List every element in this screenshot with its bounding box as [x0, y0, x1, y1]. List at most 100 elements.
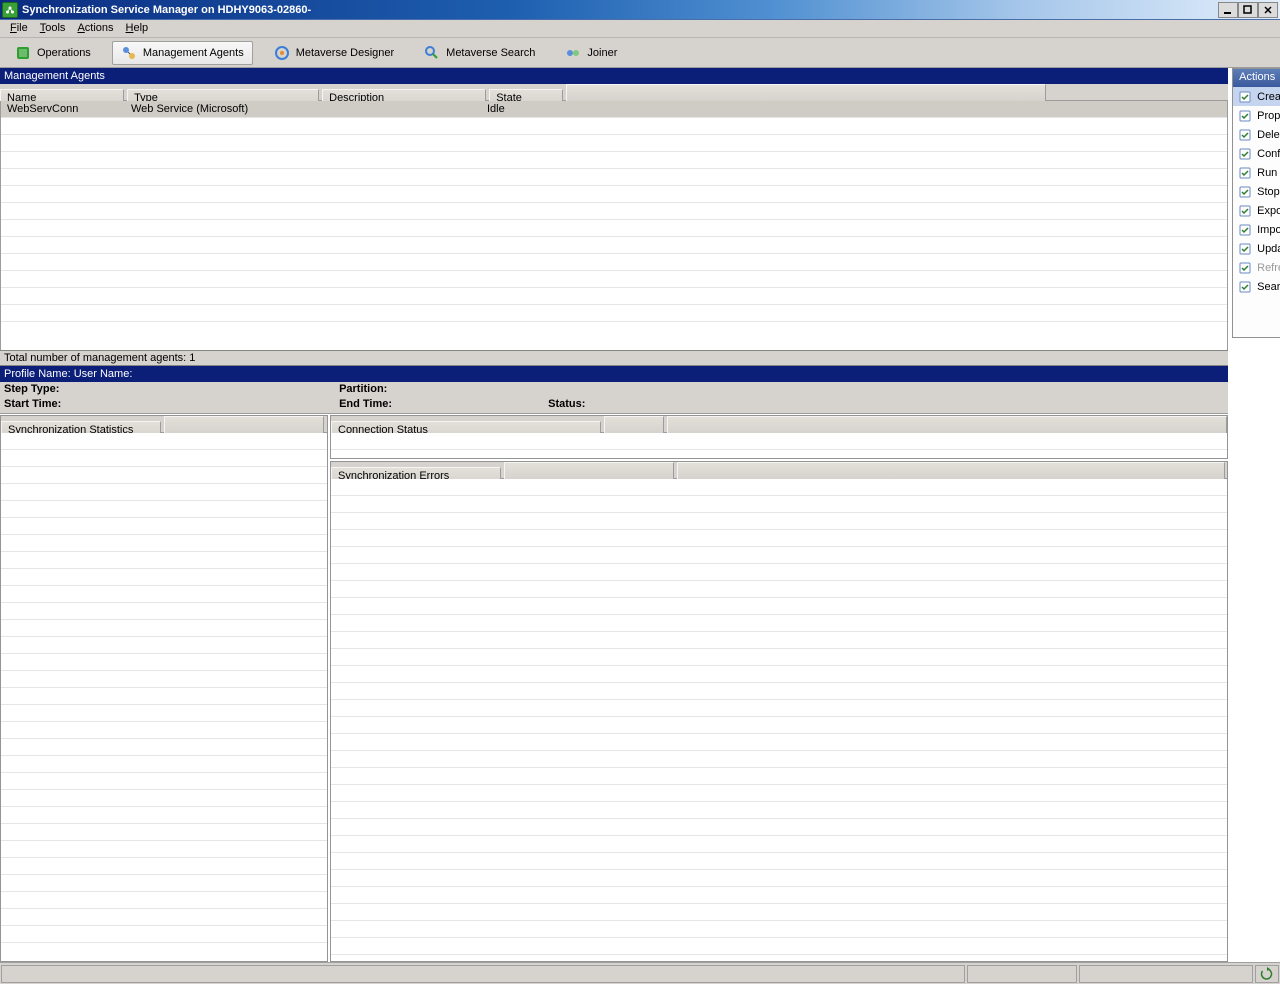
metaverse-search-icon — [424, 45, 440, 61]
menu-actions[interactable]: Actions — [71, 21, 119, 36]
action-label: Stop — [1257, 186, 1280, 198]
empty-row — [1, 552, 327, 569]
action-properties[interactable]: Properties — [1233, 106, 1280, 125]
empty-row — [331, 819, 1227, 836]
empty-row — [1, 926, 327, 943]
empty-row — [1, 705, 327, 722]
maximize-button[interactable] — [1238, 2, 1258, 18]
empty-row — [331, 887, 1227, 904]
statusbar — [0, 962, 1280, 984]
action-label: Properties — [1257, 110, 1280, 122]
conn-status-grid[interactable] — [331, 433, 1227, 458]
toolbar-joiner-label: Joiner — [587, 47, 617, 59]
ma-row[interactable] — [1, 305, 1227, 322]
action-icon — [1237, 165, 1253, 181]
action-icon — [1237, 279, 1253, 295]
sync-stats-grid[interactable] — [1, 433, 327, 961]
empty-row — [331, 530, 1227, 547]
empty-row — [331, 479, 1227, 496]
action-label: Create — [1257, 91, 1280, 103]
action-label: Export Management Agent — [1257, 205, 1280, 217]
empty-row — [331, 768, 1227, 785]
action-delete[interactable]: Delete — [1233, 125, 1280, 144]
menu-tools[interactable]: Tools — [34, 21, 72, 36]
ma-row[interactable] — [1, 271, 1227, 288]
empty-row — [1, 892, 327, 909]
ma-row[interactable] — [1, 237, 1227, 254]
action-update-management-agent[interactable]: Update Management Agent — [1233, 239, 1280, 258]
sync-errors-grid[interactable] — [331, 479, 1227, 961]
toolbar-operations[interactable]: Operations — [6, 41, 100, 65]
empty-row — [331, 496, 1227, 513]
action-export-management-agent[interactable]: Export Management Agent — [1233, 201, 1280, 220]
action-label: Import Management Agent — [1257, 224, 1280, 236]
action-label: Update Management Agent — [1257, 243, 1280, 255]
menu-help-label: elp — [133, 22, 148, 34]
empty-row — [331, 938, 1227, 955]
action-create[interactable]: Create — [1233, 87, 1280, 106]
ma-row[interactable] — [1, 118, 1227, 135]
step-type-label: Step Type: — [4, 383, 336, 395]
empty-row — [1, 518, 327, 535]
ma-row[interactable] — [1, 288, 1227, 305]
action-run[interactable]: Run — [1233, 163, 1280, 182]
toolbar-metaverse-designer[interactable]: Metaverse Designer — [265, 41, 403, 65]
empty-row — [331, 666, 1227, 683]
empty-row — [331, 581, 1227, 598]
action-configure-run-profiles[interactable]: Configure Run Profiles — [1233, 144, 1280, 163]
empty-row — [1, 450, 327, 467]
empty-row — [331, 700, 1227, 717]
ma-row[interactable]: WebServConnWeb Service (Microsoft)Idle — [1, 101, 1227, 118]
menu-file[interactable]: File — [4, 21, 34, 36]
sync-errors-col2 — [504, 462, 674, 479]
end-time-label: End Time: — [339, 398, 545, 410]
menu-help[interactable]: Help — [120, 21, 155, 36]
ma-row[interactable] — [1, 169, 1227, 186]
menubar: File Tools Actions Help — [0, 20, 1280, 38]
status-seg-2 — [967, 965, 1077, 983]
minimize-button[interactable] — [1218, 2, 1238, 18]
ma-cell-name: WebServConn — [1, 101, 125, 118]
empty-row — [331, 683, 1227, 700]
empty-row — [331, 649, 1227, 666]
ma-grid-header: Name Type Description State — [0, 84, 1228, 101]
toolbar-management-agents[interactable]: Management Agents — [112, 41, 253, 65]
ma-row[interactable] — [1, 135, 1227, 152]
empty-row — [331, 802, 1227, 819]
action-icon — [1237, 184, 1253, 200]
ma-row[interactable] — [1, 186, 1227, 203]
empty-row — [1, 756, 327, 773]
profile-details: Step Type: Partition: Start Time: End Ti… — [0, 382, 1228, 414]
action-import-management-agent[interactable]: Import Management Agent — [1233, 220, 1280, 239]
empty-row — [1, 484, 327, 501]
conn-status-col3 — [667, 416, 1227, 433]
action-search-connector-space[interactable]: Search Connector Space — [1233, 277, 1280, 296]
ma-grid[interactable]: WebServConnWeb Service (Microsoft)Idle — [0, 101, 1228, 350]
toolbar-metaverse-search[interactable]: Metaverse Search — [415, 41, 544, 65]
empty-row — [331, 853, 1227, 870]
action-icon — [1237, 127, 1253, 143]
empty-row — [1, 569, 327, 586]
close-button[interactable] — [1258, 2, 1278, 18]
start-time-label: Start Time: — [4, 398, 336, 410]
ma-row[interactable] — [1, 152, 1227, 169]
action-label: Refresh Schema — [1257, 262, 1280, 274]
ma-row[interactable] — [1, 220, 1227, 237]
ma-row[interactable] — [1, 254, 1227, 271]
ma-row[interactable] — [1, 203, 1227, 220]
status-refresh[interactable] — [1255, 965, 1279, 983]
toolbar-joiner[interactable]: Joiner — [556, 41, 626, 65]
action-icon — [1237, 222, 1253, 238]
empty-row — [1, 586, 327, 603]
menu-tools-label: ools — [45, 22, 65, 34]
action-label: Search Connector Space — [1257, 281, 1280, 293]
actions-title: Actions — [1233, 69, 1280, 87]
action-label: Delete — [1257, 129, 1280, 141]
toolbar: Operations Management Agents Metaverse D… — [0, 38, 1280, 68]
toolbar-metaverse-designer-label: Metaverse Designer — [296, 47, 394, 59]
action-stop[interactable]: Stop — [1233, 182, 1280, 201]
status-label: Status: — [548, 398, 585, 410]
col-spacer — [566, 84, 1046, 101]
empty-row — [1, 790, 327, 807]
metaverse-designer-icon — [274, 45, 290, 61]
